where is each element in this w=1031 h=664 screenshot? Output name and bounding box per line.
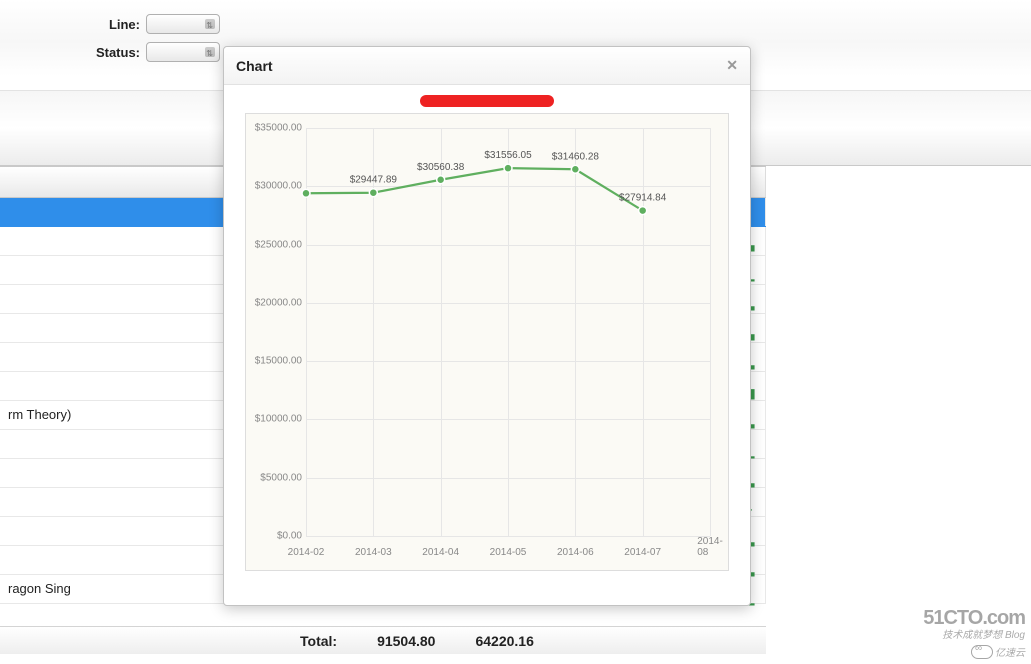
totals-label: Total: [300, 633, 337, 649]
totals-bar: Total: 91504.80 64220.16 [0, 626, 766, 654]
x-tick-label: 2014-05 [490, 547, 527, 558]
svg-text:$29447.89: $29447.89 [350, 175, 398, 186]
x-tick-label: 2014-03 [355, 547, 392, 558]
chevron-updown-icon: ⇅ [206, 21, 213, 30]
y-tick-label: $35000.00 [248, 123, 302, 134]
modal-header[interactable]: Chart ✕ [224, 47, 750, 85]
chevron-updown-icon: ⇅ [206, 49, 213, 58]
svg-text:$31556.05: $31556.05 [484, 150, 532, 161]
y-tick-label: $30000.00 [248, 181, 302, 192]
y-tick-label: $10000.00 [248, 414, 302, 425]
line-label: Line: [86, 17, 140, 32]
y-tick-label: $20000.00 [248, 297, 302, 308]
totals-value-1: 91504.80 [377, 633, 435, 649]
x-tick-label: 2014-02 [288, 547, 325, 558]
y-tick-label: $5000.00 [248, 472, 302, 483]
status-select[interactable]: ⇅ [146, 42, 220, 62]
modal-title: Chart [236, 58, 273, 74]
watermark: 51CTO.com 技术成就梦想 Blog 亿速云 [923, 606, 1025, 660]
chart-line: $29447.89 $30560.38 $31556.05 $31460.28 $279… [306, 128, 710, 536]
close-icon[interactable]: ✕ [726, 57, 738, 74]
x-tick-label: 2014-04 [422, 547, 459, 558]
y-tick-label: $0.00 [248, 531, 302, 542]
chart-area: $0.00 $5000.00 $10000.00 $15000.00 $20000.00… [245, 113, 729, 571]
svg-text:$30560.38: $30560.38 [417, 162, 465, 173]
chart-modal: Chart ✕ $0.00$5000.00$10000.00$15000.00$… [223, 46, 751, 606]
svg-text:$27914.84: $27914.84 [619, 193, 667, 204]
redacted-title [420, 95, 554, 107]
totals-value-2: 64220.16 [475, 633, 533, 649]
svg-text:$31460.28: $31460.28 [552, 151, 600, 162]
line-select[interactable]: ⇅ [146, 14, 220, 34]
x-tick-label: 2014-08 [697, 536, 723, 558]
x-tick-label: 2014-06 [557, 547, 594, 558]
x-tick-label: 2014-07 [624, 547, 661, 558]
y-tick-label: $15000.00 [248, 356, 302, 367]
y-tick-label: $25000.00 [248, 239, 302, 250]
status-label: Status: [86, 45, 140, 60]
